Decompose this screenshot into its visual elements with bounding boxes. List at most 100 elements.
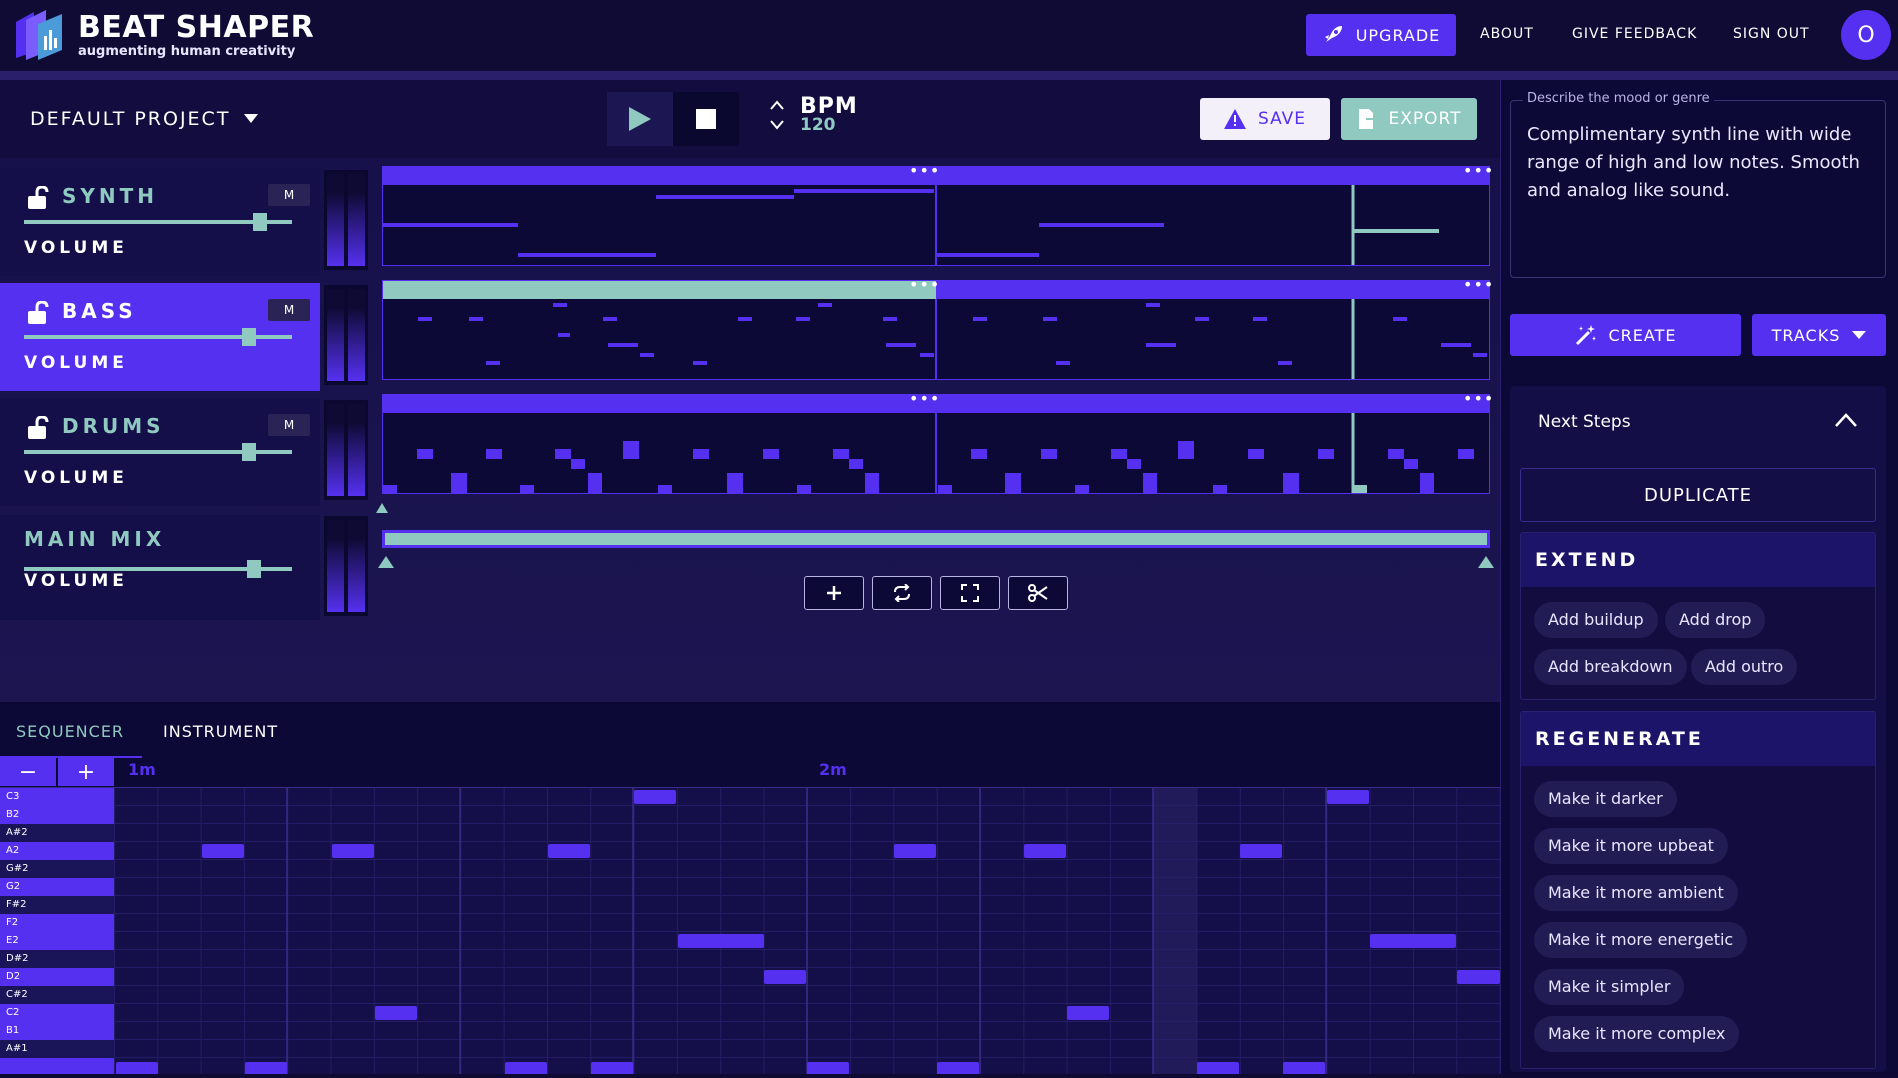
expand-icon xyxy=(961,584,979,602)
ruler-label-2m: 2m xyxy=(819,760,847,779)
tab-sequencer[interactable]: SEQUENCER xyxy=(16,722,124,741)
volume-slider[interactable] xyxy=(24,328,292,346)
repeat-icon xyxy=(894,584,910,602)
chip-make-upbeat[interactable]: Make it more upbeat xyxy=(1534,828,1728,864)
piano-key[interactable]: D#2 xyxy=(0,950,114,968)
synth-lane[interactable]: ••• ••• xyxy=(382,161,1493,266)
piano-key[interactable]: C2 xyxy=(0,1004,114,1022)
unlock-icon[interactable] xyxy=(26,416,50,440)
avatar[interactable]: O xyxy=(1841,10,1891,60)
chip-make-ambient[interactable]: Make it more ambient xyxy=(1534,875,1738,911)
chevron-down-icon[interactable] xyxy=(770,120,784,130)
logo-icon xyxy=(16,10,62,60)
piano-key[interactable]: C#2 xyxy=(0,986,114,1004)
project-selector[interactable]: DEFAULT PROJECT xyxy=(30,108,259,130)
mood-text[interactable]: Complimentary synth line with wide range… xyxy=(1527,121,1873,205)
loop-start-marker[interactable] xyxy=(376,503,388,513)
piano-key[interactable] xyxy=(0,1058,114,1074)
piano-key[interactable]: C3 xyxy=(0,788,114,806)
clip-menu-icon[interactable]: ••• xyxy=(1463,161,1494,180)
timeline-scrubber[interactable] xyxy=(382,530,1490,548)
chip-add-breakdown[interactable]: Add breakdown xyxy=(1534,649,1687,685)
piano-key[interactable]: D2 xyxy=(0,968,114,986)
file-export-icon xyxy=(1358,109,1378,129)
chevron-up-icon[interactable] xyxy=(770,100,784,110)
clip-menu-icon[interactable]: ••• xyxy=(909,161,940,180)
piano-key[interactable]: B1 xyxy=(0,1022,114,1040)
chevron-up-icon[interactable] xyxy=(1834,412,1858,428)
volume-slider[interactable] xyxy=(24,443,292,461)
cut-button[interactable] xyxy=(1008,576,1068,610)
bass-clip-notes xyxy=(418,299,1487,379)
fullscreen-button[interactable] xyxy=(940,576,1000,610)
upgrade-button[interactable]: UPGRADE xyxy=(1306,14,1456,56)
note-grid[interactable] xyxy=(114,788,1500,1076)
volume-label: VOLUME xyxy=(24,571,128,591)
export-button[interactable]: EXPORT xyxy=(1341,98,1477,140)
piano-key[interactable]: A#2 xyxy=(0,824,114,842)
rocket-icon xyxy=(1324,26,1342,42)
drums-clip-notes xyxy=(383,413,1474,493)
chip-make-darker[interactable]: Make it darker xyxy=(1534,781,1677,817)
unlock-icon[interactable] xyxy=(26,186,50,210)
tracks-dropdown[interactable]: TRACKS xyxy=(1752,314,1886,356)
add-button[interactable] xyxy=(804,576,864,610)
piano-key[interactable]: F2 xyxy=(0,914,114,932)
bpm-stepper[interactable] xyxy=(770,96,790,136)
piano-key[interactable]: G2 xyxy=(0,878,114,896)
drums-lane[interactable]: ••• ••• xyxy=(382,389,1493,494)
piano-key[interactable]: F#2 xyxy=(0,896,114,914)
caret-down-icon xyxy=(244,114,259,123)
extend-title: EXTEND xyxy=(1521,533,1875,587)
piano-key[interactable]: G#2 xyxy=(0,860,114,878)
mute-button[interactable]: M xyxy=(268,414,310,436)
range-start-handle[interactable] xyxy=(378,556,394,568)
track-drums[interactable]: DRUMS M VOLUME xyxy=(0,398,320,506)
piano-key[interactable]: E2 xyxy=(0,932,114,950)
mood-input[interactable]: Describe the mood or genre Complimentary… xyxy=(1510,91,1886,278)
piano-key[interactable]: A#1 xyxy=(0,1040,114,1058)
volume-knob[interactable] xyxy=(242,328,257,346)
save-button[interactable]: SAVE xyxy=(1200,98,1330,140)
chip-add-drop[interactable]: Add drop xyxy=(1665,602,1766,638)
chip-add-buildup[interactable]: Add buildup xyxy=(1534,602,1658,638)
signout-link[interactable]: SIGN OUT xyxy=(1733,26,1810,42)
level-meter xyxy=(324,170,368,270)
volume-knob[interactable] xyxy=(242,443,257,461)
about-link[interactable]: ABOUT xyxy=(1480,26,1534,42)
piano-key[interactable]: B2 xyxy=(0,806,114,824)
track-bass[interactable]: BASS M VOLUME xyxy=(0,283,320,391)
unlock-icon[interactable] xyxy=(26,301,50,325)
mute-button[interactable]: M xyxy=(268,299,310,321)
clip-menu-icon[interactable]: ••• xyxy=(909,275,940,294)
tab-instrument[interactable]: INSTRUMENT xyxy=(163,722,278,741)
warning-icon xyxy=(1223,109,1246,129)
play-button[interactable] xyxy=(607,92,673,146)
volume-slider[interactable] xyxy=(24,213,292,231)
volume-knob[interactable] xyxy=(252,213,267,231)
zoom-in-button[interactable]: + xyxy=(58,758,114,786)
zoom-out-button[interactable]: − xyxy=(0,758,56,786)
feedback-link[interactable]: GIVE FEEDBACK xyxy=(1572,26,1697,42)
create-label: CREATE xyxy=(1608,325,1677,345)
tracks-label: TRACKS xyxy=(1771,325,1841,345)
chip-make-energetic[interactable]: Make it more energetic xyxy=(1534,922,1748,958)
bass-lane[interactable]: ••• ••• xyxy=(382,275,1493,380)
range-end-handle[interactable] xyxy=(1478,556,1494,568)
synth-clip-notes xyxy=(383,185,1439,265)
create-button[interactable]: CREATE xyxy=(1510,314,1741,356)
clip-menu-icon[interactable]: ••• xyxy=(1463,275,1494,294)
clip-menu-icon[interactable]: ••• xyxy=(909,389,940,408)
volume-knob[interactable] xyxy=(247,560,262,578)
transport-controls xyxy=(607,92,739,146)
chip-make-complex[interactable]: Make it more complex xyxy=(1534,1016,1740,1052)
track-synth[interactable]: SYNTH M VOLUME xyxy=(0,168,320,276)
mute-button[interactable]: M xyxy=(268,184,310,206)
piano-key[interactable]: A2 xyxy=(0,842,114,860)
clip-menu-icon[interactable]: ••• xyxy=(1463,389,1494,408)
duplicate-button[interactable]: DUPLICATE xyxy=(1520,468,1876,522)
stop-button[interactable] xyxy=(673,92,739,146)
chip-make-simpler[interactable]: Make it simpler xyxy=(1534,969,1685,1005)
loop-button[interactable] xyxy=(872,576,932,610)
chip-add-outro[interactable]: Add outro xyxy=(1691,649,1798,685)
